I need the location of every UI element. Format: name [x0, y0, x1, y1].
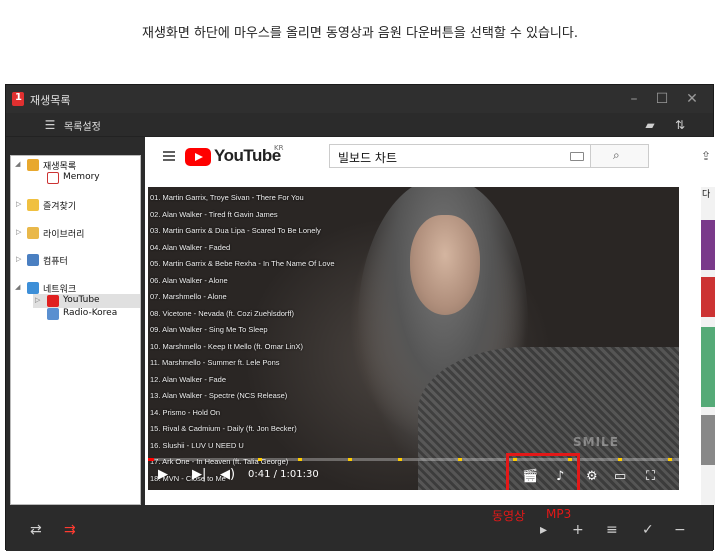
close-icon[interactable]: ✕: [682, 89, 702, 109]
recommend-thumbnail[interactable]: [701, 277, 715, 317]
instruction-caption: 재생화면 하단에 마우스를 올리면 동영상과 음원 다운버튼을 선택할 수 있습…: [141, 26, 578, 41]
tree-item-memory[interactable]: Memory: [47, 171, 137, 185]
chapter-marker: [258, 458, 262, 461]
track-line: 04. Alan Walker - Faded: [150, 242, 231, 252]
recommend-thumbnail[interactable]: [701, 327, 715, 407]
track-line: 13. Alan Walker - Spectre (NCS Release): [150, 391, 288, 400]
track-line: 03. Martin Garrix & Dua Lipa - Scared To…: [150, 226, 321, 235]
mp3-annotation-label: MP3: [546, 507, 572, 521]
playlist-folder-icon: [27, 159, 39, 171]
recommend-thumbnail[interactable]: [701, 220, 715, 270]
network-icon: [27, 282, 39, 294]
tree-item-radio-korea[interactable]: Radio-Korea: [47, 307, 139, 321]
recommend-rail: 다: [701, 187, 715, 505]
menu-icon[interactable]: [163, 151, 175, 161]
sort-icon[interactable]: ⇅: [672, 117, 688, 133]
download-buttons-highlight: [506, 453, 580, 490]
settings-icon[interactable]: ⚙: [586, 469, 598, 484]
memory-icon: [47, 172, 59, 184]
fullscreen-icon[interactable]: ⛶: [646, 469, 655, 484]
sidebar-tree: ◢ 재생목록 Memory ▷ 즐겨찾기 ▷ 라이브러리 ▷ 컴퓨터 ◢ 네트워…: [10, 155, 141, 505]
time-display: 0:41 / 1:01:30: [248, 469, 319, 480]
video-watermark: SMILE: [573, 435, 619, 449]
check-icon[interactable]: ✓: [642, 522, 654, 538]
repeat-icon[interactable]: ⇄: [30, 522, 42, 538]
track-line: 09. Alan Walker - Sing Me To Sleep: [150, 325, 268, 334]
library-icon: [27, 227, 39, 239]
progress-fill: [148, 458, 154, 461]
shuffle-icon[interactable]: ⇉: [64, 522, 76, 538]
track-line: 12. Alan Walker - Fade: [150, 374, 227, 384]
track-line: 05. Martin Garrix & Bebe Rexha - In The …: [150, 259, 335, 268]
upload-icon[interactable]: ⇪: [701, 149, 715, 163]
track-line: 14. Prismo - Hold On: [150, 407, 221, 417]
search-input[interactable]: 빌보드 차트: [329, 144, 591, 168]
youtube-browser: YouTube KR 빌보드 차트 ⌕ ⇪ 다 01. Martin Garri…: [145, 137, 715, 505]
remove-icon[interactable]: −: [674, 522, 686, 538]
theater-mode-icon[interactable]: ▭: [614, 469, 626, 484]
track-line: 16. Slushii - LUV U NEED U: [150, 440, 244, 450]
search-button[interactable]: ⌕: [591, 144, 649, 168]
chapter-marker: [298, 458, 302, 461]
chapter-marker: [398, 458, 402, 461]
favorites-icon: [27, 199, 39, 211]
app-window: 재생목록 – ☐ ✕ ☰ 목록설정 ▰ ⇅ ◢ 재생목록 Memory ▷ 즐겨…: [5, 84, 715, 551]
tree-item-network[interactable]: ◢ 네트워크: [13, 281, 138, 295]
folder-icon[interactable]: ▰: [642, 117, 658, 133]
track-line: 10. Marshmello - Keep It Mello (ft. Omar…: [150, 341, 303, 351]
tree-item-youtube[interactable]: ▷ YouTube: [33, 294, 140, 308]
search-icon: ⌕: [613, 148, 620, 162]
toolbar: ☰ 목록설정 ▰ ⇅: [6, 113, 713, 137]
title-bar: 재생목록 – ☐ ✕: [6, 85, 713, 113]
keyboard-icon[interactable]: [570, 152, 584, 161]
track-line: 07. Marshmello - Alone: [150, 292, 227, 301]
minimize-icon[interactable]: –: [624, 89, 644, 109]
track-line: 02. Alan Walker - Tired ft Gavin James: [150, 209, 278, 219]
tree-item-library[interactable]: ▷ 라이브러리: [13, 226, 138, 240]
track-line: 08. Vicetone - Nevada (ft. Cozi Zuehlsdo…: [150, 308, 294, 318]
track-line: 06. Alan Walker - Alone: [150, 275, 228, 285]
track-line: 15. Rival & Cadmium - Daily (ft. Jon Bec…: [150, 424, 297, 433]
list-settings-icon[interactable]: ☰: [42, 117, 58, 133]
tracklist-overlay: 01. Martin Garrix, Troye Sivan - There F…: [150, 193, 410, 490]
youtube-icon: [47, 295, 59, 307]
add-to-list-icon[interactable]: ≡: [606, 522, 618, 538]
play-icon[interactable]: ▶: [158, 467, 168, 482]
youtube-play-logo-icon: [185, 148, 211, 166]
chapter-marker: [458, 458, 462, 461]
recommend-thumbnail[interactable]: [701, 415, 715, 465]
radio-icon: [47, 308, 59, 320]
chapter-marker: [348, 458, 352, 461]
chapter-marker: [668, 458, 672, 461]
bottom-bar: ⇄ ⇉ ▸ + ≡ ✓ −: [6, 510, 713, 551]
chapter-marker: [618, 458, 622, 461]
video-player[interactable]: 01. Martin Garrix, Troye Sivan - There F…: [148, 187, 679, 490]
progress-bar[interactable]: [148, 458, 679, 461]
track-line: 01. Martin Garrix, Troye Sivan - There F…: [150, 193, 304, 202]
video-frame-face: [410, 215, 480, 315]
tree-item-playlist[interactable]: ◢ 재생목록: [13, 158, 138, 172]
next-icon[interactable]: ▶|: [192, 467, 206, 482]
video-annotation-label: 동영상: [492, 509, 526, 523]
track-line: 11. Marshmello - Summer ft. Lele Pons: [150, 358, 280, 367]
play-small-icon[interactable]: ▸: [540, 522, 547, 538]
volume-icon[interactable]: ◀): [220, 467, 235, 482]
maximize-icon[interactable]: ☐: [652, 89, 672, 109]
window-title: 재생목록: [30, 94, 71, 107]
tree-item-favorites[interactable]: ▷ 즐겨찾기: [13, 198, 138, 212]
tree-item-computer[interactable]: ▷ 컴퓨터: [13, 253, 138, 267]
add-icon[interactable]: +: [572, 522, 584, 538]
app-logo-icon: [12, 92, 24, 106]
list-settings-button[interactable]: 목록설정: [64, 118, 101, 133]
computer-icon: [27, 254, 39, 266]
